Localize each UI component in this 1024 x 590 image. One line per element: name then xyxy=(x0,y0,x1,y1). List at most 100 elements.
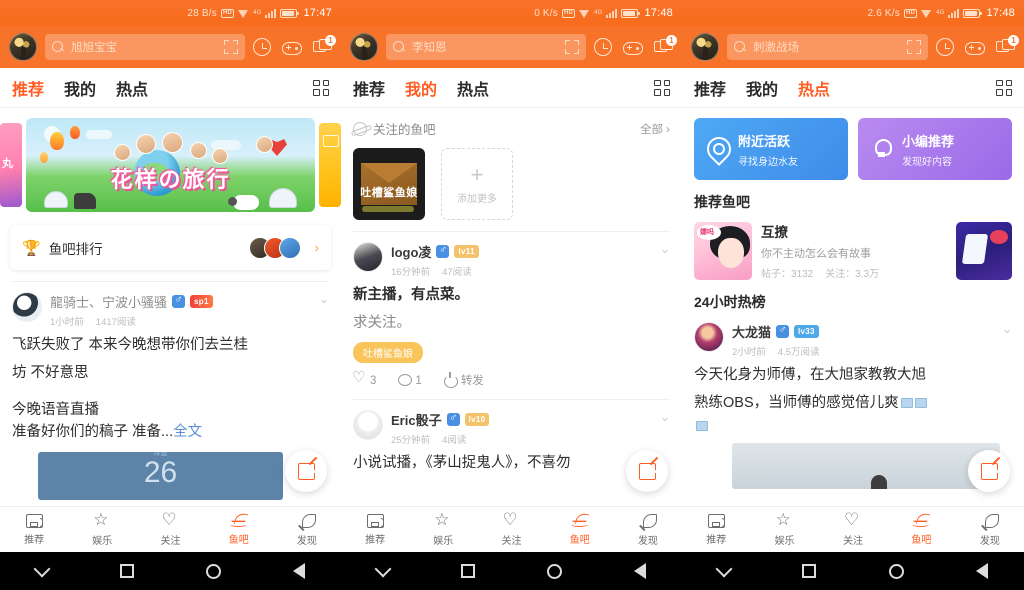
compose-fab-button[interactable] xyxy=(626,450,668,492)
comment-icon xyxy=(398,373,413,386)
nav-item-entertainment[interactable]: ☆ 娱乐 xyxy=(68,511,136,547)
nav-item-discover[interactable]: 发现 xyxy=(956,513,1024,547)
comment-action[interactable]: 1 xyxy=(398,373,422,387)
promo-subtitle: 发现好内容 xyxy=(902,156,952,168)
share-label: 转发 xyxy=(460,374,484,387)
avatar[interactable] xyxy=(12,292,42,322)
nav-item-following[interactable]: ♡ 关注 xyxy=(477,511,545,547)
tab-hot[interactable]: 热点 xyxy=(457,76,489,100)
like-action[interactable]: 3 xyxy=(352,368,376,387)
grid-menu-icon[interactable] xyxy=(996,79,1012,96)
nav-item-fishbar[interactable]: 鱼吧 xyxy=(205,513,273,546)
gamepad-icon[interactable] xyxy=(282,42,302,55)
nav-item-fishbar[interactable]: 鱼吧 xyxy=(887,513,955,546)
tab-recommend[interactable]: 推荐 xyxy=(353,76,385,100)
tab-mine[interactable]: 我的 xyxy=(746,76,778,100)
circle-home-icon[interactable] xyxy=(547,563,562,579)
tab-hot[interactable]: 热点 xyxy=(116,76,148,100)
fish-bar-ranking-card[interactable]: 🏆 鱼吧排行 › xyxy=(10,225,331,270)
heart-icon xyxy=(352,368,366,386)
nav-item-following[interactable]: ♡ 关注 xyxy=(819,511,887,547)
messages-icon[interactable]: 1 xyxy=(313,35,336,55)
scan-qr-icon[interactable] xyxy=(907,40,921,54)
tab-mine[interactable]: 我的 xyxy=(64,76,96,100)
chevron-down-icon[interactable] xyxy=(33,560,51,577)
nav-item-discover[interactable]: 发现 xyxy=(273,513,341,547)
nav-item-recommend[interactable]: 推荐 xyxy=(682,513,750,546)
tab-recommend[interactable]: 推荐 xyxy=(12,76,44,100)
search-bar[interactable]: 旭旭宝宝 xyxy=(45,34,245,60)
history-clock-icon[interactable] xyxy=(594,38,612,56)
history-clock-icon[interactable] xyxy=(936,38,954,56)
recommended-bar-item[interactable]: 互撩 你不主动怎么会有故事 帖子：3132 关注：3.3万 xyxy=(682,212,1024,280)
messages-icon[interactable]: 1 xyxy=(654,35,677,55)
square-recents-icon[interactable] xyxy=(120,564,134,578)
chevron-down-icon[interactable]: ⌄ xyxy=(660,410,670,424)
post-author-name: logo凌 xyxy=(391,245,432,260)
nav-item-recommend[interactable]: 推荐 xyxy=(0,513,68,546)
post-bar-tag[interactable]: 吐槽鲨鱼娘 xyxy=(353,341,423,363)
user-avatar[interactable] xyxy=(691,33,719,61)
nav-item-entertainment[interactable]: ☆ 娱乐 xyxy=(409,511,477,547)
post-item[interactable]: logo凌 lv11 16分钟前 47阅读 ⌄ 新主播，有点菜。 求关注。 吐槽… xyxy=(341,232,682,388)
grid-menu-icon[interactable] xyxy=(654,79,670,96)
chevron-down-icon[interactable]: ⌄ xyxy=(1002,322,1012,336)
chevron-down-icon[interactable] xyxy=(374,560,392,577)
chevron-down-icon[interactable]: ⌄ xyxy=(660,242,670,256)
followed-bar-item[interactable]: 吐槽鲨鱼娘 xyxy=(353,148,425,220)
tab-bar: 推荐 我的 热点 xyxy=(341,68,682,108)
chevron-down-icon[interactable] xyxy=(715,560,733,577)
triangle-back-icon[interactable] xyxy=(634,563,646,579)
messages-icon[interactable]: 1 xyxy=(996,35,1019,55)
avatar[interactable] xyxy=(694,322,724,352)
tab-hot[interactable]: 热点 xyxy=(798,76,830,100)
share-action[interactable]: 转发 xyxy=(443,371,484,388)
add-more-bars-button[interactable]: + 添加更多 xyxy=(441,148,513,220)
chevron-down-icon[interactable]: ⌄ xyxy=(319,292,329,306)
user-avatar[interactable] xyxy=(9,33,37,61)
promo-card-nearby[interactable]: 附近活跃 寻找身边水友 xyxy=(694,118,848,180)
triangle-back-icon[interactable] xyxy=(293,563,305,579)
post-actions: 3 1 转发 xyxy=(352,368,670,388)
post-media-thumbnail[interactable]: 斗鱼 26 xyxy=(38,451,283,500)
avatar[interactable] xyxy=(353,409,383,440)
promo-card-editor-pick[interactable]: 小编推荐 发现好内容 xyxy=(858,118,1012,180)
square-recents-icon[interactable] xyxy=(802,564,817,578)
scan-qr-icon[interactable] xyxy=(224,40,238,54)
carousel-prev-card[interactable] xyxy=(0,123,22,207)
promo-title: 小编推荐 xyxy=(902,133,955,149)
post-expand-link[interactable]: 全文 xyxy=(173,424,202,440)
circle-home-icon[interactable] xyxy=(206,563,221,579)
triangle-back-icon[interactable] xyxy=(975,563,988,579)
nav-label: 推荐 xyxy=(706,534,727,546)
post-photo[interactable] xyxy=(732,442,1000,489)
avatar[interactable] xyxy=(353,242,383,272)
compose-fab-button[interactable] xyxy=(285,450,327,492)
gamepad-icon[interactable] xyxy=(623,42,643,55)
user-avatar[interactable] xyxy=(350,33,378,61)
view-all-link[interactable]: 全部 › xyxy=(640,121,670,137)
compose-fab-button[interactable] xyxy=(968,450,1010,492)
scan-qr-icon[interactable] xyxy=(565,40,579,54)
person-head-3 xyxy=(162,132,183,153)
banner-main[interactable]: 花样の旅行 xyxy=(26,118,315,212)
gamepad-icon[interactable] xyxy=(965,42,985,55)
search-bar[interactable]: 刺激战场 xyxy=(727,34,928,60)
nav-item-following[interactable]: ♡ 关注 xyxy=(136,511,204,547)
nav-item-discover[interactable]: 发现 xyxy=(614,513,682,547)
nav-item-recommend[interactable]: 推荐 xyxy=(341,513,409,546)
circle-home-icon[interactable] xyxy=(888,563,904,579)
history-clock-icon[interactable] xyxy=(253,38,271,56)
bar-side-thumbnail[interactable] xyxy=(956,221,1012,280)
search-bar[interactable]: 李知恩 xyxy=(386,34,586,60)
search-icon xyxy=(52,41,64,53)
tab-mine[interactable]: 我的 xyxy=(405,76,437,100)
grid-menu-icon[interactable] xyxy=(313,79,329,96)
carousel-next-card[interactable] xyxy=(319,123,341,207)
network-speed: 2.6 K/s xyxy=(867,7,900,19)
square-recents-icon[interactable] xyxy=(461,564,475,578)
nav-item-entertainment[interactable]: ☆ 娱乐 xyxy=(750,511,818,547)
nav-item-fishbar[interactable]: 鱼吧 xyxy=(546,513,614,546)
tab-recommend[interactable]: 推荐 xyxy=(694,76,726,100)
three-phone-screenshots: 28 B/s HD 4G 17:47 旭旭宝宝 1 推荐 我的 热点 丸 花样の… xyxy=(0,0,1024,590)
